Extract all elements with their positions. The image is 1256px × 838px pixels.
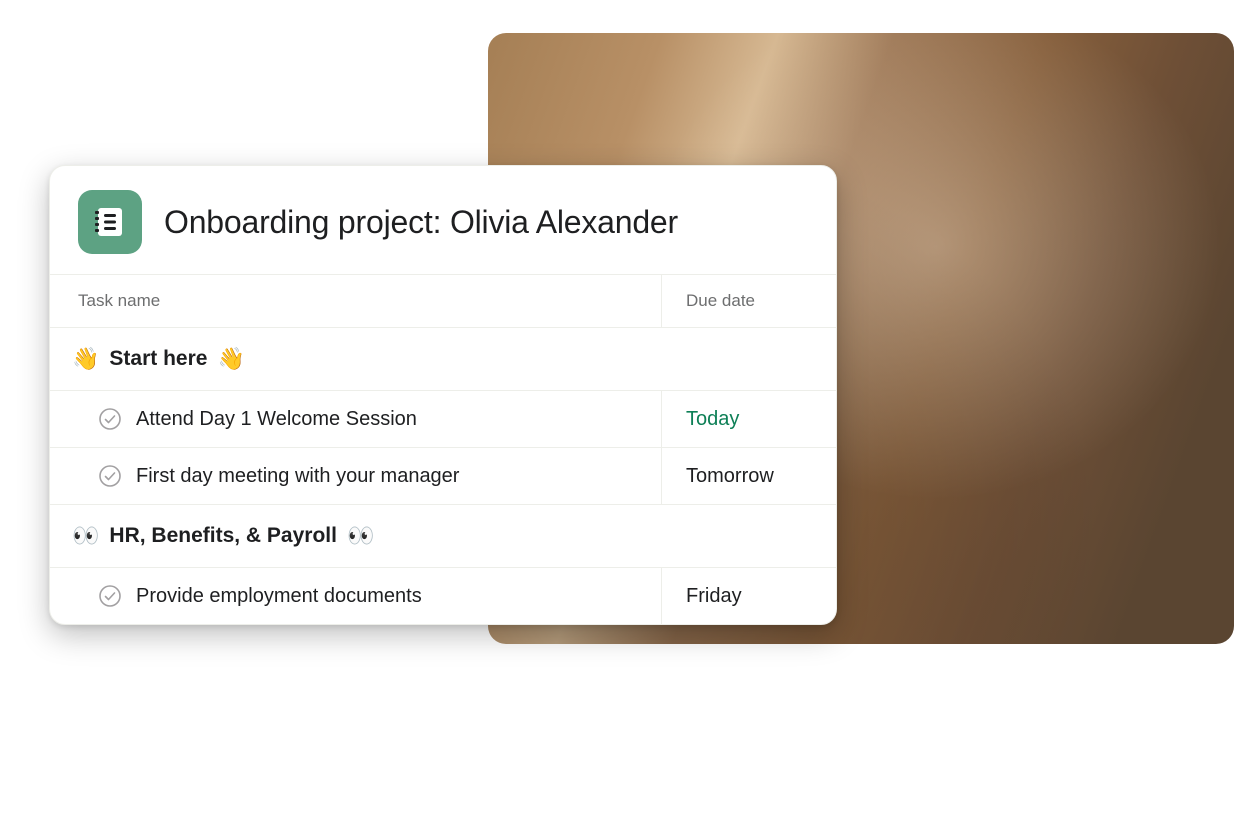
task-name: First day meeting with your manager bbox=[136, 465, 459, 488]
task-row[interactable]: First day meeting with your manager Tomo… bbox=[50, 448, 836, 505]
task-name: Attend Day 1 Welcome Session bbox=[136, 408, 417, 431]
check-circle-icon[interactable] bbox=[98, 584, 122, 608]
project-icon bbox=[78, 190, 142, 254]
section-title: HR, Benefits, & Payroll bbox=[109, 524, 337, 548]
task-due-date: Today bbox=[661, 391, 836, 447]
task-due-date: Tomorrow bbox=[661, 448, 836, 504]
section-header[interactable]: 👋 Start here 👋 bbox=[50, 328, 836, 391]
project-header: Onboarding project: Olivia Alexander bbox=[50, 166, 836, 274]
section-header[interactable]: 👀 HR, Benefits, & Payroll 👀 bbox=[50, 505, 836, 568]
check-circle-icon[interactable] bbox=[98, 464, 122, 488]
project-title: Onboarding project: Olivia Alexander bbox=[164, 204, 678, 241]
column-headers: Task name Due date bbox=[50, 274, 836, 328]
onboarding-project-card: Onboarding project: Olivia Alexander Tas… bbox=[49, 165, 837, 625]
wave-icon: 👋 bbox=[217, 346, 244, 372]
notebook-list-icon bbox=[92, 204, 128, 240]
task-name: Provide employment documents bbox=[136, 585, 422, 608]
column-due-date: Due date bbox=[661, 275, 836, 327]
task-row[interactable]: Provide employment documents Friday bbox=[50, 568, 836, 624]
eyes-icon: 👀 bbox=[72, 523, 99, 549]
task-name-cell: Attend Day 1 Welcome Session bbox=[50, 391, 661, 447]
task-row[interactable]: Attend Day 1 Welcome Session Today bbox=[50, 391, 836, 448]
wave-icon: 👋 bbox=[72, 346, 99, 372]
task-name-cell: Provide employment documents bbox=[50, 568, 661, 624]
check-circle-icon[interactable] bbox=[98, 407, 122, 431]
task-due-date: Friday bbox=[661, 568, 836, 624]
section-title: Start here bbox=[109, 347, 207, 371]
task-name-cell: First day meeting with your manager bbox=[50, 448, 661, 504]
column-task-name: Task name bbox=[50, 275, 661, 327]
eyes-icon: 👀 bbox=[347, 523, 374, 549]
